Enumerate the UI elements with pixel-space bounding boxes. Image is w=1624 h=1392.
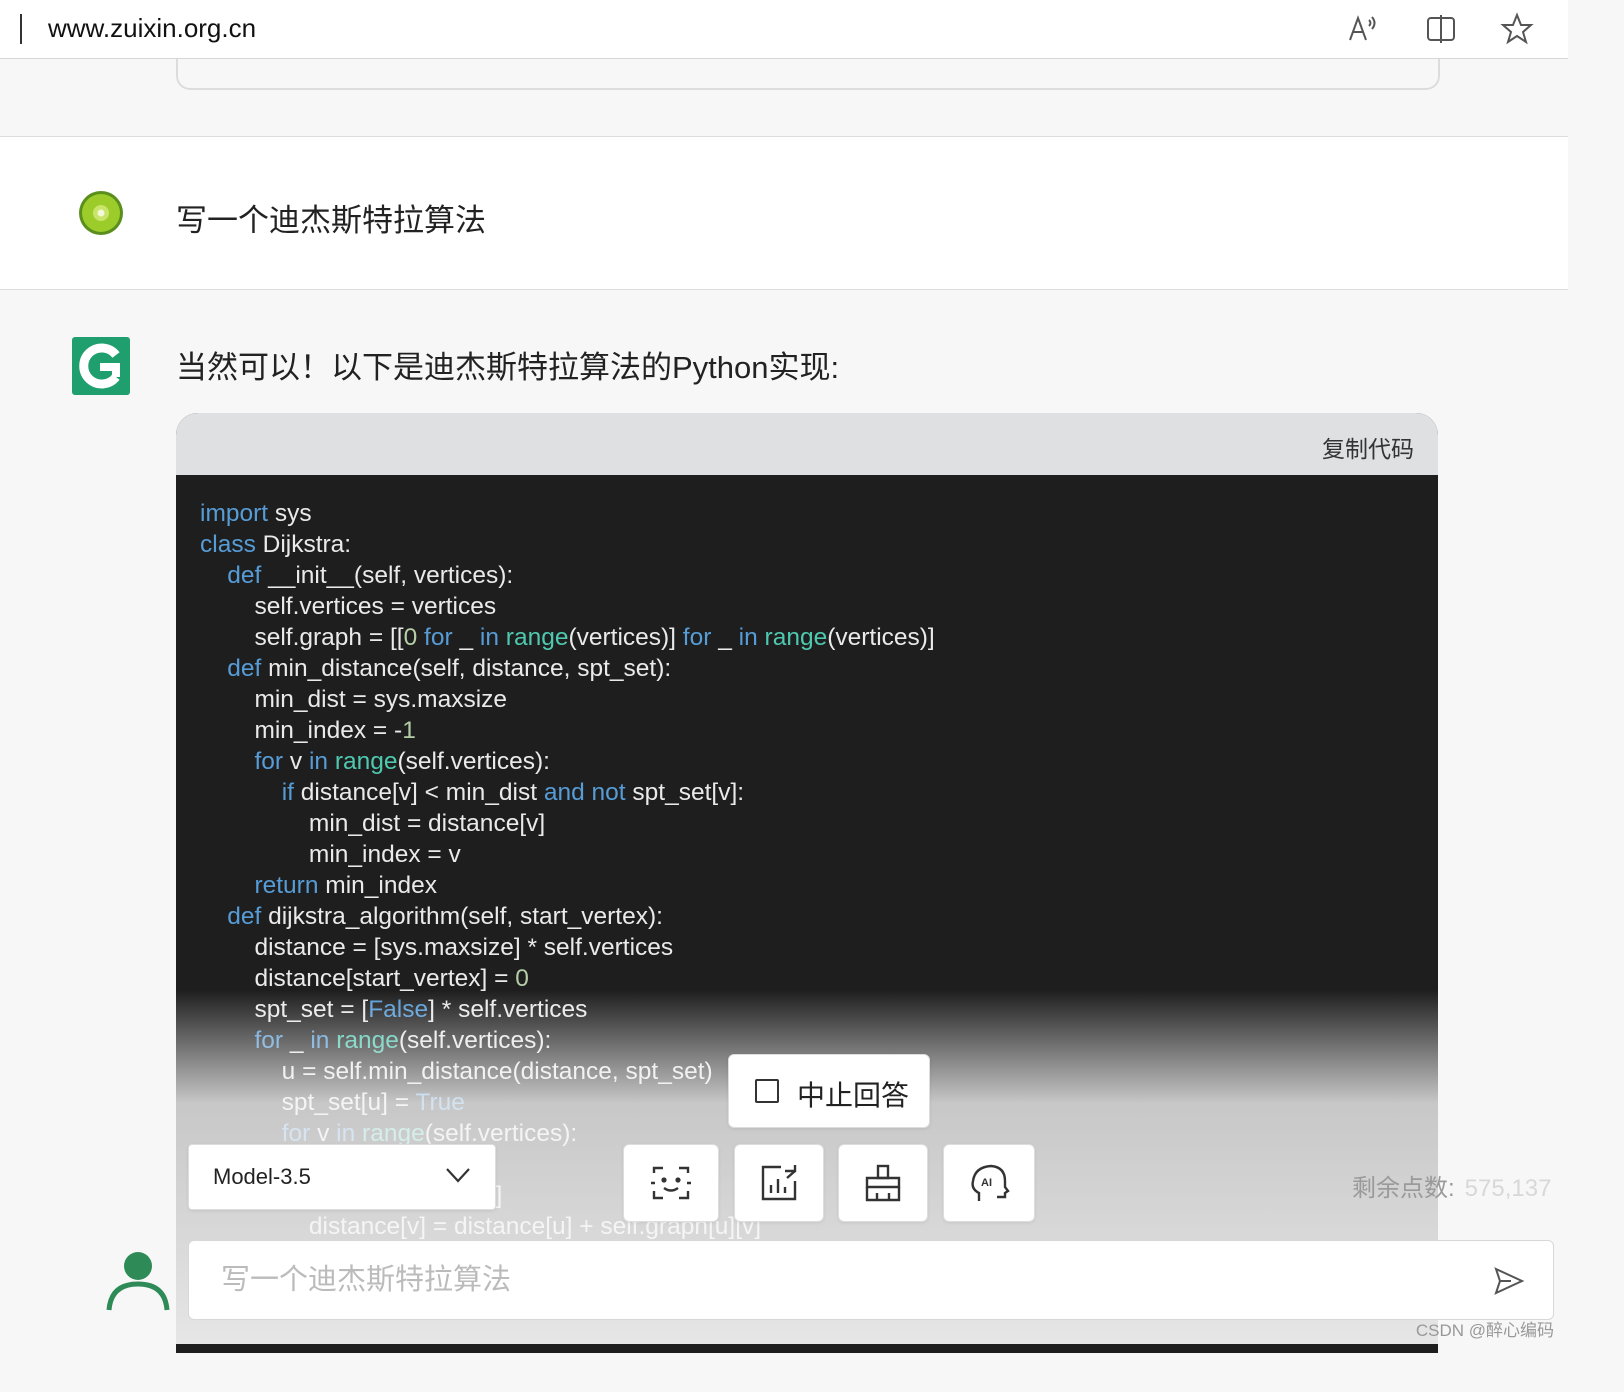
chevron-down-icon (446, 1168, 470, 1183)
address-bar-url[interactable]: www.zuixin.org.cn (48, 13, 256, 44)
code-block-header: 复制代码 (176, 413, 1438, 475)
ai-head-icon: AI (971, 1164, 1010, 1201)
assistant-logo-icon (79, 343, 120, 389)
remaining-points-value: 575,137 (1464, 1175, 1552, 1202)
watermark: CSDN @醉心编码 (1415, 1321, 1554, 1340)
code-line: def min_distance(self, distance, spt_set… (227, 655, 672, 682)
chat-input[interactable] (219, 1259, 1463, 1301)
face-scan-icon (651, 1166, 691, 1200)
code-line: def dijkstra_algorithm(self, start_verte… (227, 903, 663, 930)
stop-answer-button[interactable]: 中止回答 (728, 1054, 930, 1128)
chart-export-button[interactable] (734, 1144, 824, 1222)
chart-export-icon (761, 1165, 797, 1201)
code-line: self.vertices = vertices (200, 593, 497, 620)
clear-broom-icon (865, 1164, 901, 1202)
code-line: distance[start_vertex] = 0 (200, 965, 529, 992)
stop-square-icon (755, 1079, 779, 1103)
remaining-points: 剩余点数: 575,137 (1352, 1168, 1551, 1203)
chat-input-box (188, 1240, 1554, 1320)
code-line: if distance[v] < min_dist and not spt_se… (281, 779, 745, 806)
send-icon[interactable] (1493, 1265, 1525, 1297)
code-line: for _ in range(self.vertices): (254, 1027, 552, 1054)
read-aloud-icon[interactable] (1346, 12, 1380, 46)
user-message-row: 写一个迪杰斯特拉算法 (0, 137, 1568, 290)
remaining-points-label: 剩余点数: (1352, 1175, 1455, 1202)
code-line: for v in range(self.vertices): (254, 748, 550, 775)
svg-text:AI: AI (981, 1177, 992, 1189)
favorite-star-icon[interactable] (1500, 12, 1534, 46)
code-line: return min_index (254, 872, 437, 899)
model-select-value: Model-3.5 (213, 1164, 311, 1189)
code-line: min_index = -1 (200, 717, 416, 744)
code-line: min_dist = sys.maxsize (200, 686, 508, 713)
assistant-avatar (72, 337, 130, 395)
user-message-text: 写一个迪杰斯特拉算法 (176, 203, 486, 238)
split-screen-icon[interactable] (1424, 12, 1458, 46)
toolbar-divider (20, 14, 22, 44)
clear-button[interactable] (838, 1144, 928, 1222)
kiwi-avatar-icon (79, 191, 123, 235)
code-line: min_index = v (200, 841, 461, 868)
code-line: import sys (200, 500, 312, 527)
code-line: min_dist = distance[v] (200, 810, 546, 837)
code-line: self.graph = [[0 for _ in range(vertices… (200, 624, 935, 651)
stop-answer-label: 中止回答 (797, 1080, 910, 1111)
face-scan-button[interactable] (623, 1144, 719, 1222)
copy-code-button[interactable]: 复制代码 (1322, 430, 1414, 464)
ai-assistant-button[interactable]: AI (943, 1144, 1035, 1222)
code-line: distance = [sys.maxsize] * self.vertices (200, 934, 674, 961)
code-line: spt_set = [False] * self.vertices (200, 996, 588, 1023)
code-line: class Dijkstra: (200, 531, 352, 558)
user-avatar-icon (106, 1252, 170, 1311)
browser-toolbar: www.zuixin.org.cn (0, 0, 1568, 59)
assistant-intro-text: 当然可以！以下是迪杰斯特拉算法的Python实现: (176, 350, 840, 385)
code-line: def __init__(self, vertices): (227, 562, 514, 589)
model-select[interactable]: Model-3.5 (188, 1144, 496, 1210)
